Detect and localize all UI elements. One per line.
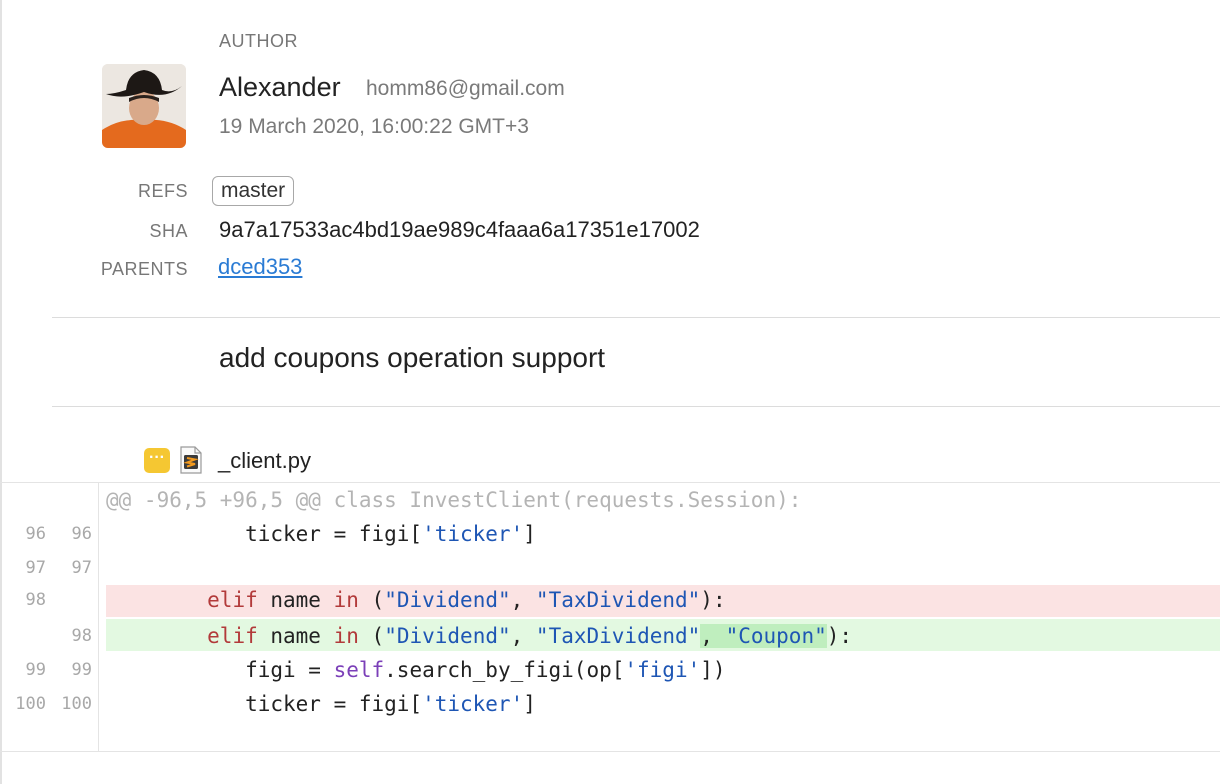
author-name: Alexander: [219, 72, 341, 102]
diff-line: 97 97: [0, 551, 1220, 585]
file-options-button[interactable]: ···: [144, 448, 170, 473]
new-line-number: 99: [71, 660, 92, 680]
old-line-number: 96: [25, 524, 46, 544]
diff-line: 99 99 figi = self.search_by_figi(op['fig…: [0, 653, 1220, 687]
old-line-number: 99: [25, 660, 46, 680]
code-text: elif name in ("Dividend", "TaxDividend")…: [207, 588, 726, 612]
new-line-number: 100: [61, 694, 92, 714]
new-line-number: 98: [71, 626, 92, 646]
new-line-number: 96: [71, 524, 92, 544]
hunk-header-line: @@ -96,5 +96,5 @@ class InvestClient(req…: [0, 483, 1220, 517]
old-line-number: 98: [25, 590, 46, 610]
sha-label: SHA: [149, 221, 188, 241]
parent-commit-link[interactable]: dced353: [218, 254, 302, 280]
hunk-header: @@ -96,5 +96,5 @@ class InvestClient(req…: [106, 488, 802, 512]
diff-line-added: 98 elif name in ("Dividend", "TaxDividen…: [0, 619, 1220, 653]
avatar: [102, 64, 186, 148]
old-line-number: 97: [25, 558, 46, 578]
author-email[interactable]: homm86@gmail.com: [366, 77, 565, 101]
author-section-label: AUTHOR: [219, 31, 298, 51]
diff-view: @@ -96,5 +96,5 @@ class InvestClient(req…: [0, 482, 1220, 752]
commit-message: add coupons operation support: [219, 342, 606, 373]
commit-date: 19 March 2020, 16:00:22 GMT+3: [219, 115, 529, 138]
diff-line-removed: 98 elif name in ("Dividend", "TaxDividen…: [0, 583, 1220, 617]
refs-label: REFS: [137, 181, 188, 201]
sha-value: 9a7a17533ac4bd19ae989c4faaa6a17351e17002: [219, 217, 700, 242]
diff-line: 100 100 ticker = figi['ticker']: [0, 687, 1220, 721]
file-name[interactable]: _client.py: [218, 448, 311, 474]
code-text: ticker = figi['ticker']: [106, 692, 536, 716]
diff-line: 96 96 ticker = figi['ticker']: [0, 517, 1220, 551]
code-text: ticker = figi['ticker']: [106, 522, 536, 546]
ref-badge-master[interactable]: master: [212, 176, 295, 206]
divider: [52, 317, 1220, 318]
old-line-number: 100: [15, 694, 46, 714]
code-text: figi = self.search_by_figi(op['figi']): [106, 658, 726, 682]
parents-label: PARENTS: [100, 259, 188, 279]
sublime-file-icon: [179, 446, 203, 474]
divider: [52, 406, 1220, 407]
code-text: elif name in ("Dividend", "TaxDividend",…: [207, 624, 853, 648]
new-line-number: 97: [71, 558, 92, 578]
